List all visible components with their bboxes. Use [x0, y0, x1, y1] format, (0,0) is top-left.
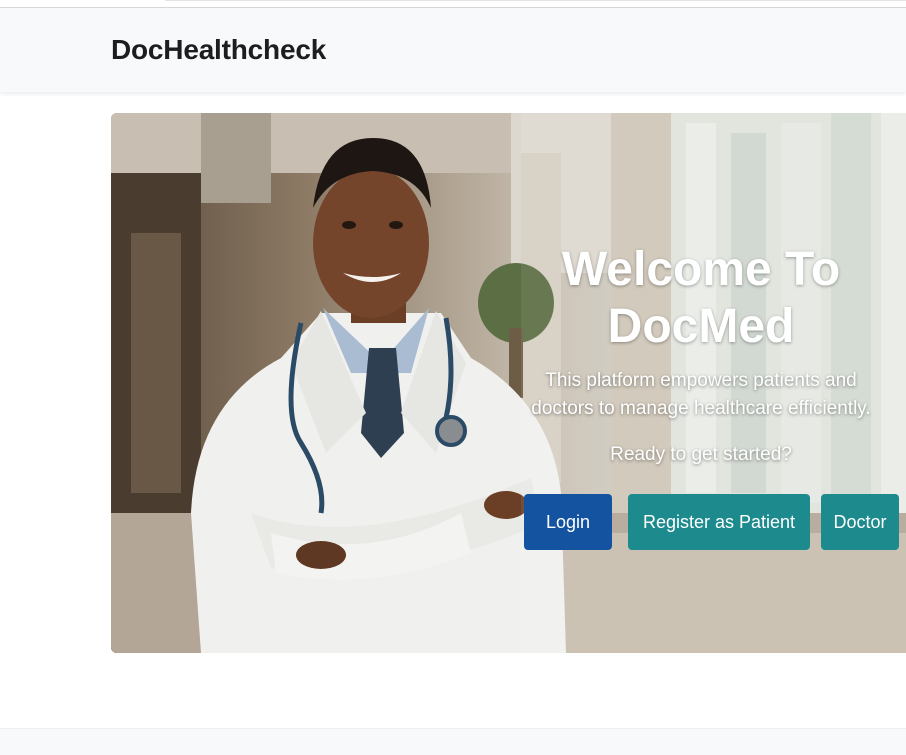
- hero-banner: Welcome To DocMed This platform empowers…: [111, 113, 906, 653]
- hero-title: Welcome To DocMed: [526, 241, 876, 355]
- brand-logo-link[interactable]: DocHealthcheck: [111, 34, 326, 66]
- register-doctor-button[interactable]: Doctor: [821, 494, 899, 550]
- hero-prompt: Ready to get started?: [610, 444, 792, 465]
- browser-top-edge: [0, 0, 906, 8]
- register-patient-button[interactable]: Register as Patient: [628, 494, 810, 550]
- hero-content: Welcome To DocMed This platform empowers…: [526, 241, 876, 467]
- navbar: DocHealthcheck: [0, 8, 906, 92]
- hero-title-line-2: DocMed: [607, 300, 795, 353]
- hero-subtitle: This platform empowers patients and doct…: [526, 367, 876, 423]
- login-button[interactable]: Login: [524, 494, 612, 550]
- hero-subtitle-line-2: doctors to manage healthcare efficiently…: [531, 398, 871, 419]
- hero-title-line-1: Welcome To: [561, 243, 841, 296]
- footer: [0, 728, 906, 755]
- hero-subtitle-line-1: This platform empowers patients and: [545, 370, 857, 391]
